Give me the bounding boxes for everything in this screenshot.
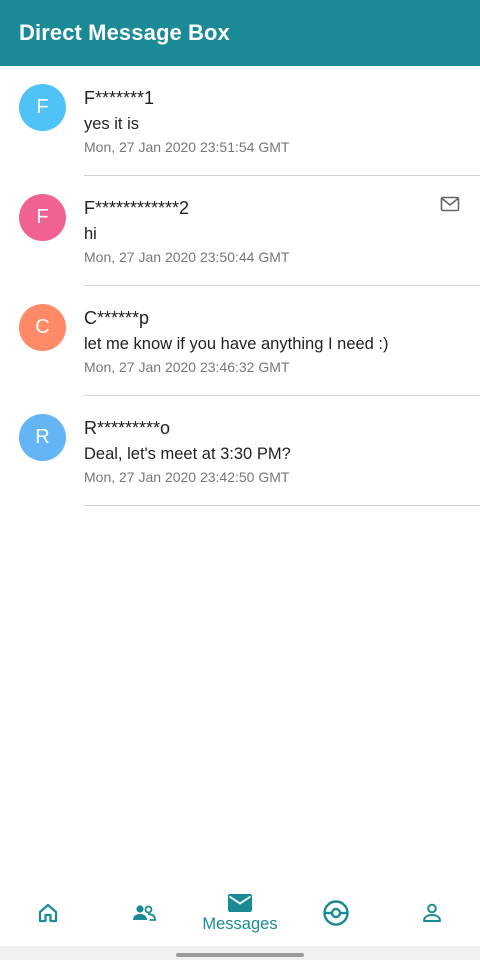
- message-timestamp: Mon, 27 Jan 2020 23:46:32 GMT: [84, 359, 290, 375]
- sender-name: F*******1: [84, 88, 155, 108]
- person-icon: [423, 903, 441, 922]
- conversation-text: C******p let me know if you have anythin…: [84, 306, 460, 377]
- page-title: Direct Message Box: [19, 20, 230, 45]
- nav-profile[interactable]: [384, 880, 480, 946]
- avatar: F: [19, 194, 66, 241]
- avatar-initial: F: [36, 96, 49, 118]
- conversation-text: R*********o Deal, let's meet at 3:30 PM?…: [84, 416, 460, 487]
- nav-home[interactable]: [0, 880, 96, 946]
- sender-name: R*********o: [84, 418, 171, 438]
- app-bar: Direct Message Box: [0, 0, 480, 66]
- sender-name: C******p: [84, 308, 150, 328]
- conversation-list: F F*******1 yes it is Mon, 27 Jan 2020 2…: [0, 66, 480, 506]
- avatar-initial: F: [36, 206, 49, 228]
- conversation-row[interactable]: F F************2 hi Mon, 27 Jan 2020 23:…: [0, 176, 480, 286]
- message-preview: yes it is: [84, 115, 140, 133]
- nav-messages[interactable]: Messages: [192, 880, 288, 946]
- bottom-navigation: Messages: [0, 880, 480, 946]
- gesture-handle[interactable]: [176, 953, 304, 957]
- avatar: C: [19, 304, 66, 351]
- conversation-row[interactable]: R R*********o Deal, let's meet at 3:30 P…: [0, 396, 480, 506]
- nav-messages-label: Messages: [202, 914, 278, 933]
- sender-name: F************2: [84, 198, 190, 218]
- nav-friends[interactable]: [96, 880, 192, 946]
- message-timestamp: Mon, 27 Jan 2020 23:50:44 GMT: [84, 249, 290, 265]
- avatar: R: [19, 414, 66, 461]
- conversation-row[interactable]: C C******p let me know if you have anyth…: [0, 286, 480, 396]
- message-timestamp: Mon, 27 Jan 2020 23:42:50 GMT: [84, 469, 290, 485]
- people-icon: [133, 905, 156, 921]
- system-gesture-area: [0, 946, 480, 960]
- direct-message-screen: Direct Message Box F F*******1 yes it is…: [0, 0, 480, 960]
- avatar-initial: C: [35, 316, 50, 338]
- avatar: F: [19, 84, 66, 131]
- message-preview: hi: [84, 225, 97, 243]
- conversation-text: F*******1 yes it is Mon, 27 Jan 2020 23:…: [84, 86, 460, 157]
- mail-icon: [440, 196, 460, 212]
- pokeball-icon: [323, 900, 349, 926]
- mail-icon: [228, 893, 252, 912]
- message-preview: Deal, let's meet at 3:30 PM?: [84, 445, 291, 463]
- message-timestamp: Mon, 27 Jan 2020 23:51:54 GMT: [84, 139, 290, 155]
- avatar-initial: R: [35, 426, 50, 448]
- divider: [84, 505, 480, 506]
- message-preview: let me know if you have anything I need …: [84, 335, 389, 353]
- conversation-row[interactable]: F F*******1 yes it is Mon, 27 Jan 2020 2…: [0, 66, 480, 176]
- conversation-text: F************2 hi Mon, 27 Jan 2020 23:50…: [84, 196, 460, 267]
- nav-pokeball[interactable]: [288, 880, 384, 946]
- home-icon: [38, 903, 58, 923]
